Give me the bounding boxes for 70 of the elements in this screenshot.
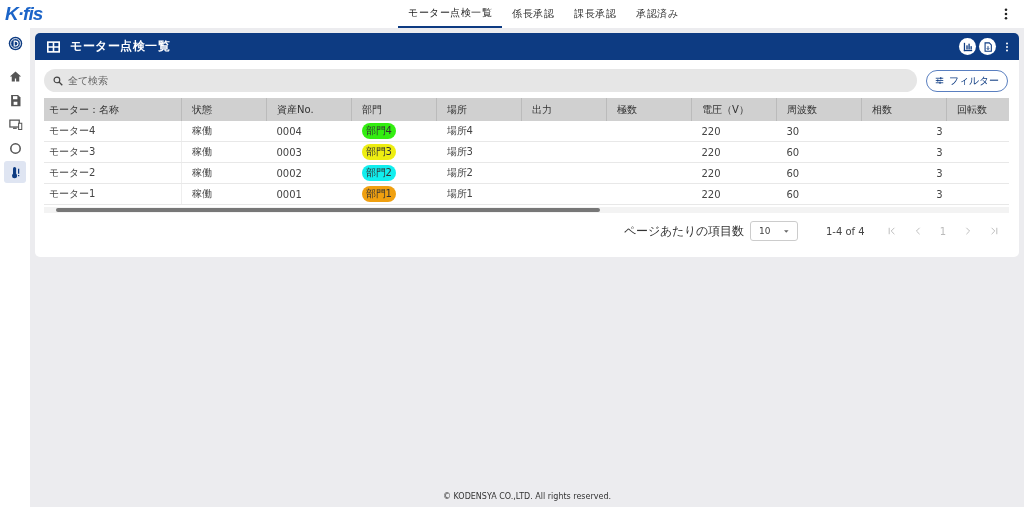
department-tag: 部門4 (361, 123, 396, 139)
sidebar-item[interactable] (4, 161, 26, 183)
table-cell: 稼働 (181, 141, 267, 163)
monitor-icon (7, 116, 23, 132)
page-range: 1-4 of 4 (825, 225, 865, 237)
department-tag: 部門3 (361, 144, 396, 160)
table-cell: 稼働 (181, 121, 267, 142)
column-header[interactable]: 回転数 (946, 98, 1009, 121)
table-cell: 0001 (266, 183, 352, 205)
table-cell: 60 (776, 183, 862, 205)
sliders-icon (935, 76, 944, 85)
column-header[interactable]: 周波数 (776, 98, 862, 121)
table-cell: 220 (691, 141, 777, 163)
nav-tab[interactable]: 承認済み (626, 0, 688, 28)
more-menu-icon[interactable] (1004, 8, 1008, 20)
table-cell: 稼働 (181, 162, 267, 184)
table-cell: 60 (776, 141, 862, 163)
table-cell: 場所2 (436, 162, 522, 184)
table-cell: 220 (691, 121, 777, 142)
table-icon (47, 40, 60, 53)
column-header[interactable]: 部門 (351, 98, 437, 121)
app-logo: K·fis (5, 3, 43, 25)
table-cell: 30 (776, 121, 862, 142)
bar-chart-icon (962, 41, 973, 52)
column-header[interactable]: モーター：名称 (44, 98, 182, 121)
column-header[interactable]: 相数 (861, 98, 947, 121)
table-cell: 3 (861, 121, 947, 142)
per-page-label: ページあたりの項目数 (623, 223, 744, 239)
table-cell: 場所3 (436, 141, 522, 163)
circle-icon (7, 140, 23, 156)
filter-button[interactable]: フィルター (926, 69, 1008, 92)
table-cell: 220 (691, 183, 777, 205)
table-cell: モーター4 (44, 121, 182, 142)
column-header[interactable]: 場所 (436, 98, 522, 121)
nav-tab[interactable]: 係長承認 (502, 0, 564, 28)
table-cell: 場所4 (436, 121, 522, 142)
document-icon (982, 41, 993, 52)
search-icon (53, 76, 63, 86)
table-cell: モーター1 (44, 183, 182, 205)
search-field[interactable]: 全て検索 (44, 69, 917, 92)
export-button[interactable] (979, 38, 996, 55)
nav-tab[interactable]: モーター点検一覧 (398, 0, 502, 28)
panel-title: モーター点検一覧 (70, 39, 170, 54)
table-cell: 場所1 (436, 183, 522, 205)
table-cell: 0003 (266, 141, 352, 163)
user-avatar-icon[interactable] (7, 36, 23, 51)
table-cell: 3 (861, 183, 947, 205)
table-cell: 3 (861, 162, 947, 184)
column-header[interactable]: 状態 (181, 98, 267, 121)
column-header[interactable]: 出力 (521, 98, 607, 121)
column-header[interactable]: 極数 (606, 98, 692, 121)
column-header[interactable]: 資産No. (266, 98, 352, 121)
table-cell: モーター2 (44, 162, 182, 184)
table-cell: モーター3 (44, 141, 182, 163)
table-cell: 60 (776, 162, 862, 184)
column-header[interactable]: 電圧（V） (691, 98, 777, 121)
more-menu-icon[interactable] (1005, 41, 1009, 52)
footer-text: © KODENSYA CO.,LTD. All rights reserved. (442, 492, 612, 503)
table-cell: 220 (691, 162, 777, 184)
table-cell: 3 (861, 141, 947, 163)
chart-button[interactable] (959, 38, 976, 55)
horizontal-scrollbar[interactable] (44, 207, 1009, 213)
department-tag: 部門2 (361, 165, 396, 181)
nav-tab[interactable]: 課長承認 (564, 0, 626, 28)
caret-icon (784, 229, 789, 233)
department-tag: 部門1 (361, 186, 396, 202)
table-cell: 稼働 (181, 183, 267, 205)
table-cell: 0004 (266, 121, 352, 142)
table-cell: 0002 (266, 162, 352, 184)
per-page-select[interactable]: 10 (749, 221, 798, 241)
